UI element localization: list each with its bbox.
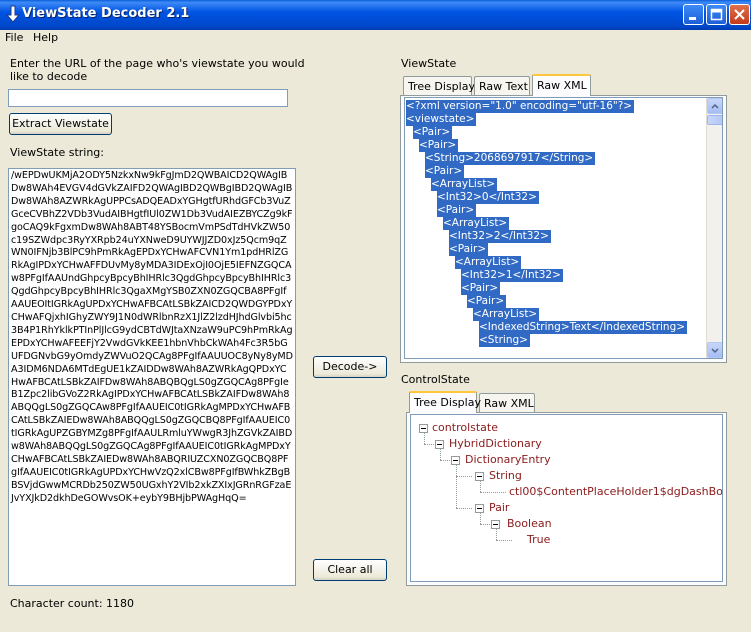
tree-node-controlstate[interactable]: controlstate xyxy=(432,421,498,434)
menu-file[interactable]: File xyxy=(5,31,23,44)
xml-line: <String> xyxy=(479,334,530,347)
tree-node-string-value[interactable]: ctl00$ContentPlaceHolder1$dgDashBoard xyxy=(509,485,722,498)
chevron-down-icon xyxy=(711,348,719,354)
xml-line: <ArrayList> xyxy=(431,178,498,191)
tab-control-raw-xml[interactable]: Raw XML xyxy=(479,393,535,413)
xml-line: <Pair> xyxy=(425,165,465,178)
viewstate-string-label: ViewState string: xyxy=(10,146,104,159)
xml-line: <String>2068697917</String> xyxy=(425,152,596,165)
close-icon xyxy=(734,9,745,20)
expand-toggle[interactable] xyxy=(475,472,484,481)
xml-line: <Pair> xyxy=(461,282,501,295)
xml-line: <Pair> xyxy=(413,126,453,139)
control-state-tree[interactable]: controlstate HybridDictionary Dictionary… xyxy=(410,414,723,582)
tab-tree-display[interactable]: Tree Display xyxy=(403,76,475,96)
maximize-icon xyxy=(710,8,723,21)
decode-button[interactable]: Decode-> xyxy=(313,356,387,378)
viewstate-string-text: /wEPDwUKMjA2ODY5NzkxNw9kFgJmD2QWBAICD2QW… xyxy=(11,170,293,504)
xml-line: <Int32>2</Int32> xyxy=(449,230,551,243)
xml-line: <Pair> xyxy=(467,295,507,308)
xml-line: <Pair> xyxy=(449,243,489,256)
xml-line: <ArrayList> xyxy=(455,256,522,269)
menu-help[interactable]: Help xyxy=(33,31,58,44)
url-input[interactable] xyxy=(8,89,288,107)
scroll-up-button[interactable] xyxy=(707,98,722,114)
down-arrow-app-icon xyxy=(5,5,21,23)
scroll-thumb[interactable] xyxy=(707,115,722,125)
clear-all-button[interactable]: Clear all xyxy=(313,559,387,581)
window-title: ViewState Decoder 2.1 xyxy=(22,6,190,21)
menu-bar: File Help xyxy=(0,30,751,46)
tab-control-tree-display[interactable]: Tree Display xyxy=(409,391,481,413)
extract-viewstate-button[interactable]: Extract Viewstate xyxy=(9,113,112,135)
xml-line: <Int32>0</Int32> xyxy=(437,191,539,204)
viewstate-string-textarea[interactable]: /wEPDwUKMjA2ODY5NzkxNw9kFgJmD2QWBAICD2QW… xyxy=(8,168,296,586)
expand-toggle[interactable] xyxy=(475,504,484,513)
expand-toggle[interactable] xyxy=(419,424,428,433)
expand-toggle[interactable] xyxy=(435,440,444,449)
close-button[interactable] xyxy=(729,4,750,25)
expand-toggle[interactable] xyxy=(451,456,460,465)
xml-line: <viewstate> xyxy=(406,113,477,126)
url-prompt-line-1: Enter the URL of the page who's viewstat… xyxy=(10,57,305,70)
xml-line: <Pair> xyxy=(437,204,477,217)
xml-line: <Int32>1</Int32> xyxy=(461,269,563,282)
xml-line: <ArrayList> xyxy=(443,217,510,230)
xml-text-view[interactable]: <?xml version="1.0" encoding="utf-16"?> … xyxy=(404,97,723,359)
minimize-button[interactable] xyxy=(683,4,704,25)
minimize-icon xyxy=(689,17,696,20)
title-bar[interactable]: ViewState Decoder 2.1 xyxy=(0,0,751,30)
tree-node-boolean[interactable]: Boolean xyxy=(507,517,552,530)
tree-node-true[interactable]: True xyxy=(527,533,550,546)
xml-line: <IndexedString>Text</IndexedString> xyxy=(479,321,688,334)
expand-toggle[interactable] xyxy=(491,520,500,529)
tab-raw-xml[interactable]: Raw XML xyxy=(532,74,591,96)
xml-scrollbar[interactable] xyxy=(706,98,722,358)
tree-node-string[interactable]: String xyxy=(489,469,522,482)
viewstate-section-label: ViewState xyxy=(401,57,457,70)
xml-line: <?xml version="1.0" encoding="utf-16"?> xyxy=(406,100,635,113)
url-prompt-line-2: like to decode xyxy=(10,70,88,83)
character-count: Character count: 1180 xyxy=(10,597,135,610)
xml-line: <Pair> xyxy=(419,139,459,152)
control-state-label: ControlState xyxy=(401,373,470,386)
tree-node-pair[interactable]: Pair xyxy=(489,501,509,514)
xml-line: <ArrayList> xyxy=(473,308,540,321)
chevron-up-icon xyxy=(711,103,719,109)
tree-node-dictionaryentry[interactable]: DictionaryEntry xyxy=(465,453,551,466)
tab-raw-text[interactable]: Raw Text xyxy=(474,76,530,96)
tree-node-hybriddictionary[interactable]: HybridDictionary xyxy=(449,437,542,450)
scroll-down-button[interactable] xyxy=(707,342,722,358)
maximize-button[interactable] xyxy=(706,4,727,25)
